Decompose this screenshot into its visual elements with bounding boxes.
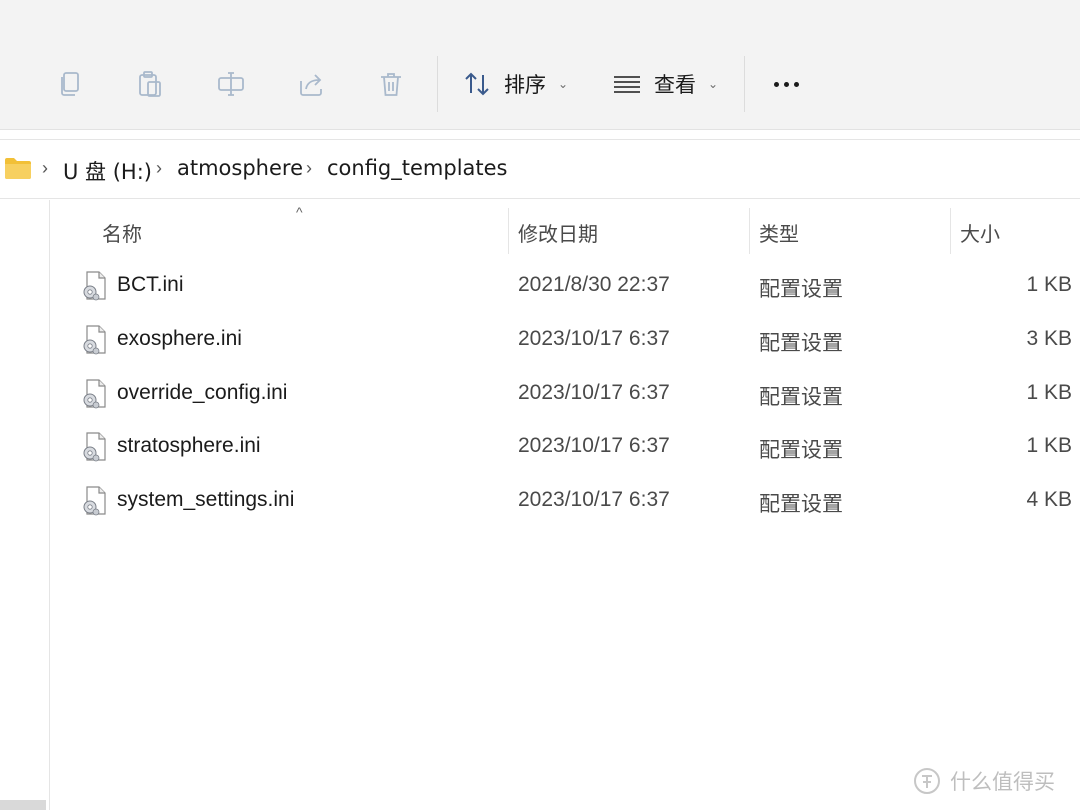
view-list-icon [614, 76, 640, 93]
nav-pane-scrollbar[interactable] [0, 800, 46, 810]
file-name: exosphere.ini [117, 327, 242, 350]
config-file-icon [82, 325, 108, 355]
column-header-name[interactable]: 名称 [102, 218, 142, 247]
delete-button[interactable] [371, 64, 411, 104]
file-name: stratosphere.ini [117, 434, 261, 457]
breadcrumb-item-drive[interactable]: U 盘 (H:) [63, 156, 152, 186]
file-row[interactable]: BCT.ini 2021/8/30 22:37 配置设置 1 KB [50, 259, 1080, 313]
more-icon [773, 81, 779, 87]
column-header-type[interactable]: 类型 [759, 218, 799, 247]
file-size: 1 KB [1026, 434, 1072, 457]
file-type: 配置设置 [759, 492, 843, 516]
file-modified-date: 2021/8/30 22:37 [518, 273, 670, 296]
view-label: 查看 [654, 73, 696, 97]
breadcrumb-item-atmosphere[interactable]: atmosphere [177, 156, 303, 180]
watermark-logo-icon [914, 768, 940, 794]
copy-icon [61, 72, 79, 96]
breadcrumb-separator: › [42, 158, 48, 178]
file-type: 配置设置 [759, 438, 843, 462]
chevron-down-icon: ⌄ [558, 77, 569, 91]
toolbar-divider [437, 56, 438, 112]
chevron-down-icon: ⌄ [708, 77, 719, 91]
rename-button[interactable] [211, 64, 251, 104]
file-row[interactable]: stratosphere.ini 2023/10/17 6:37 配置设置 1 … [50, 420, 1080, 474]
address-bar[interactable]: › U 盘 (H:) › atmosphere › config_templat… [0, 139, 1080, 199]
file-modified-date: 2023/10/17 6:37 [518, 434, 670, 457]
file-size: 4 KB [1026, 488, 1072, 511]
share-button[interactable] [291, 64, 331, 104]
breadcrumb-separator: › [306, 158, 312, 178]
share-icon [300, 74, 322, 96]
column-divider[interactable] [749, 208, 750, 254]
file-type: 配置设置 [759, 331, 843, 355]
watermark-text: 什么值得买 [950, 770, 1055, 794]
column-header-date[interactable]: 修改日期 [518, 218, 598, 247]
config-file-icon [82, 432, 108, 462]
config-file-icon [82, 379, 108, 409]
command-bar: 排序 ⌄ 查看 ⌄ [0, 0, 1080, 130]
watermark: 什么值得买 [912, 766, 1055, 796]
config-file-icon [82, 486, 108, 516]
sort-ascending-icon: ^ [296, 204, 303, 220]
file-size: 3 KB [1026, 327, 1072, 350]
file-name: BCT.ini [117, 273, 184, 296]
breadcrumb-item-config-templates[interactable]: config_templates [327, 156, 508, 180]
paste-button[interactable] [130, 64, 170, 104]
sort-label: 排序 [504, 73, 546, 97]
file-row[interactable]: system_settings.ini 2023/10/17 6:37 配置设置… [50, 474, 1080, 528]
file-modified-date: 2023/10/17 6:37 [518, 327, 670, 350]
rename-icon [218, 72, 244, 96]
file-row[interactable]: override_config.ini 2023/10/17 6:37 配置设置… [50, 367, 1080, 421]
file-modified-date: 2023/10/17 6:37 [518, 381, 670, 404]
more-icon-dot [793, 81, 799, 87]
file-name: system_settings.ini [117, 488, 295, 511]
file-size: 1 KB [1026, 273, 1072, 296]
sort-icon [465, 72, 489, 96]
file-type: 配置设置 [759, 385, 843, 409]
navigation-pane[interactable] [0, 200, 50, 810]
delete-icon [381, 73, 401, 96]
file-row[interactable]: exosphere.ini 2023/10/17 6:37 配置设置 3 KB [50, 313, 1080, 367]
more-icon-dot [783, 81, 789, 87]
copy-button[interactable] [50, 64, 90, 104]
column-header-row: ^ 名称 修改日期 类型 大小 [50, 204, 1080, 254]
file-size: 1 KB [1026, 381, 1072, 404]
file-type: 配置设置 [759, 277, 843, 301]
file-name: override_config.ini [117, 381, 288, 404]
toolbar-divider [744, 56, 745, 112]
breadcrumb-separator: › [156, 158, 162, 178]
folder-icon [5, 158, 31, 179]
view-menu-button[interactable]: 查看 ⌄ [612, 64, 718, 104]
sort-menu-button[interactable]: 排序 ⌄ [462, 64, 568, 104]
file-modified-date: 2023/10/17 6:37 [518, 488, 670, 511]
paste-icon [139, 71, 161, 97]
column-divider[interactable] [950, 208, 951, 254]
config-file-icon [82, 271, 108, 301]
column-divider[interactable] [508, 208, 509, 254]
more-options-button[interactable] [764, 64, 808, 104]
column-header-size[interactable]: 大小 [960, 218, 1000, 247]
